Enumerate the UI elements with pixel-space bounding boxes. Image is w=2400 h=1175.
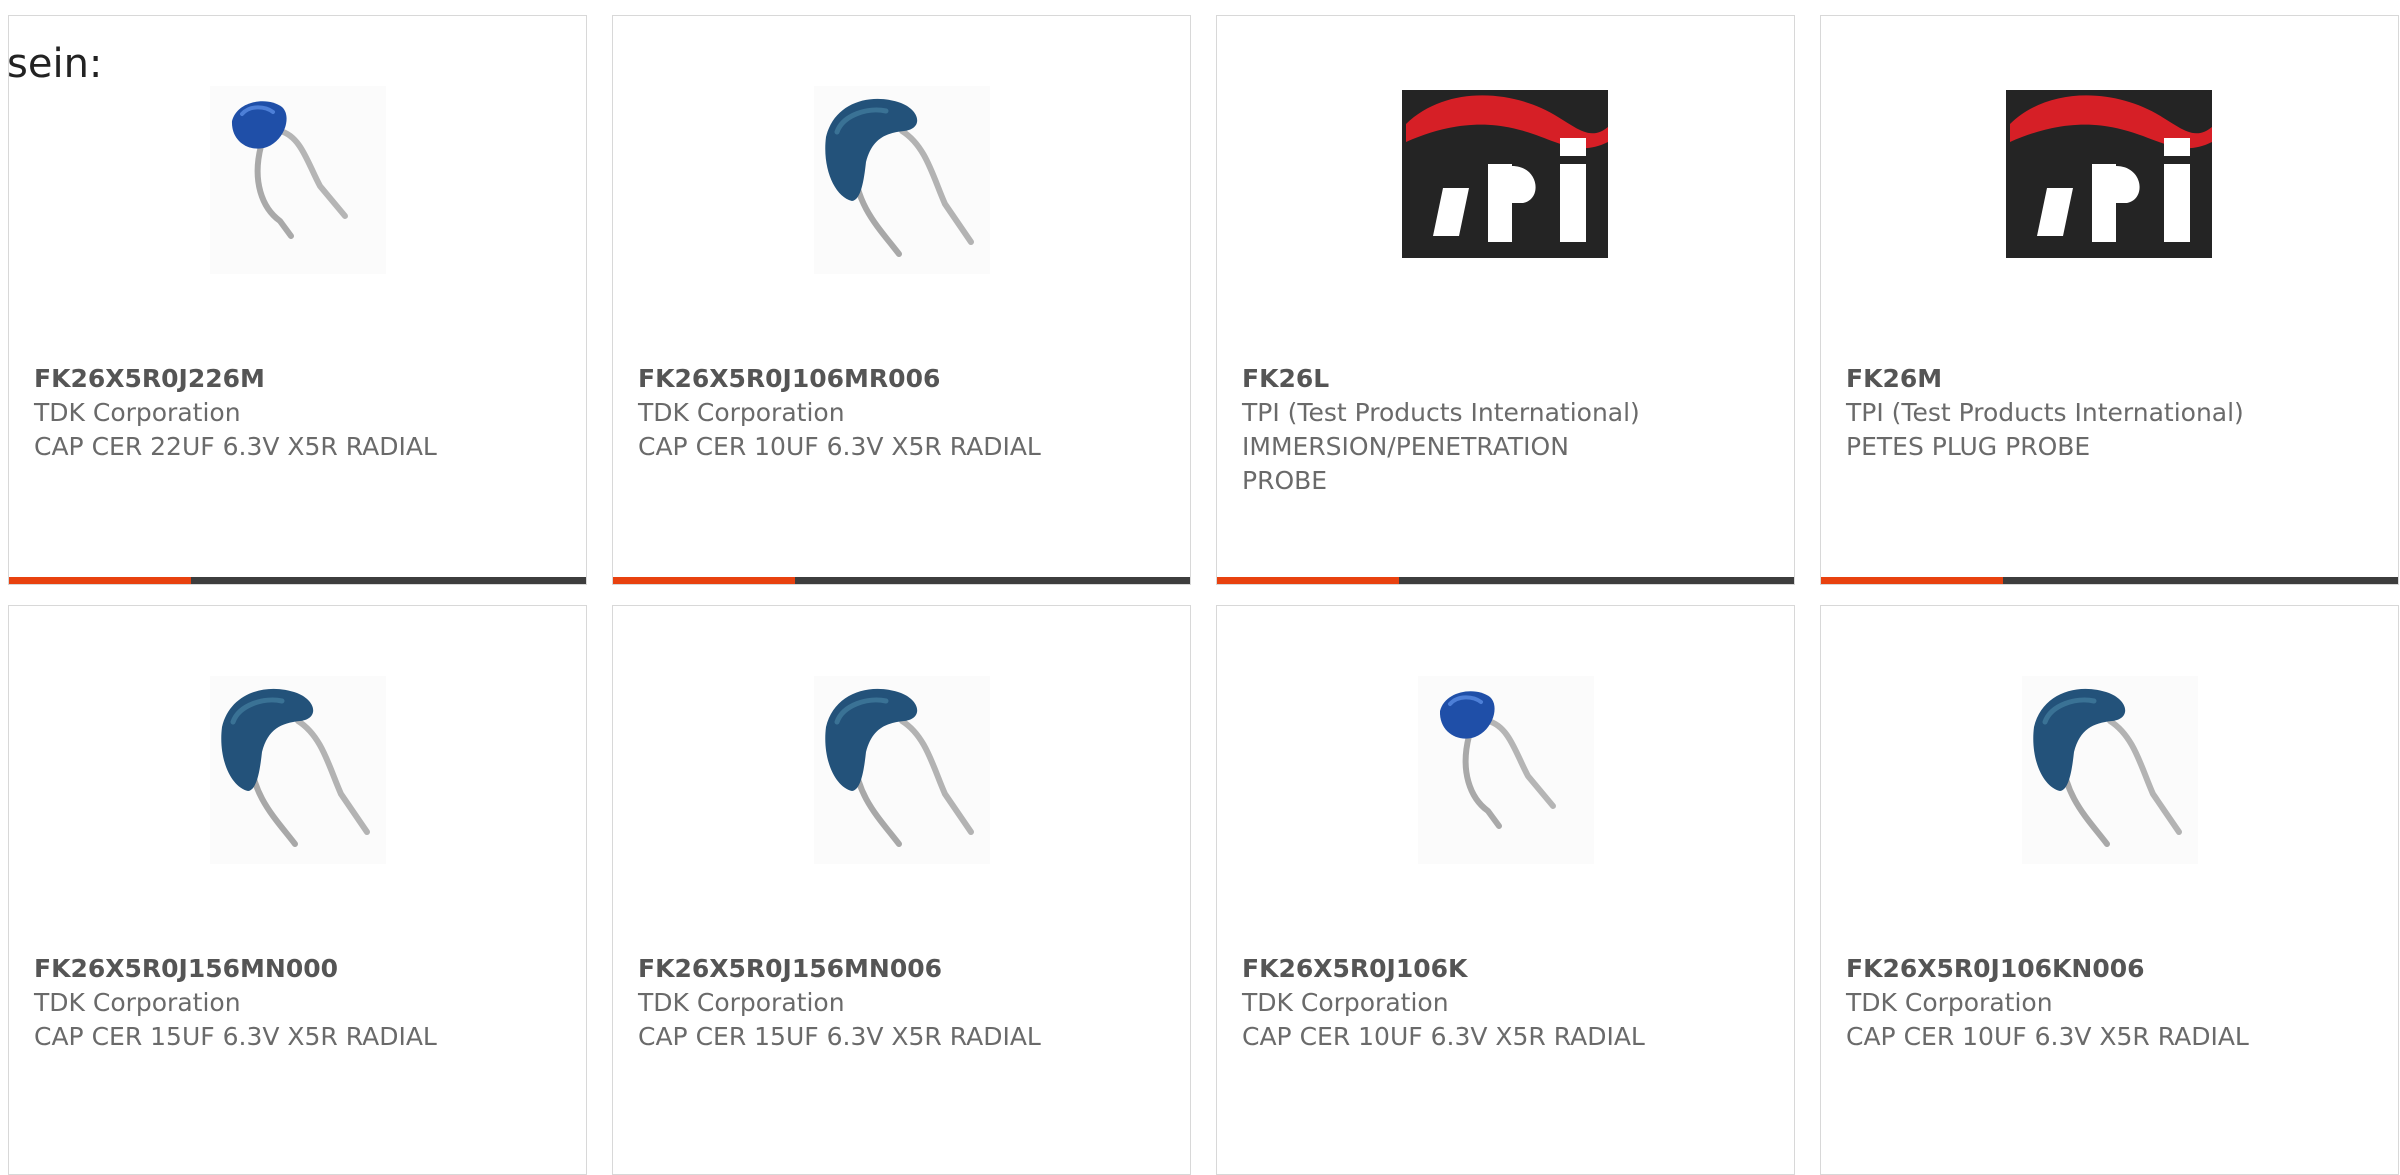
card-accent-bar-fill	[1821, 577, 2004, 584]
product-card[interactable]: FK26X5R0J106MR006 TDK Corporation CAP CE…	[612, 15, 1191, 585]
manufacturer: TDK Corporation	[34, 398, 241, 427]
product-info: FK26X5R0J156MN006 TDK Corporation CAP CE…	[638, 952, 1138, 1054]
description-line: CAP CER 15UF 6.3V X5R RADIAL	[34, 1022, 437, 1051]
lead-text: sein:	[7, 41, 103, 87]
product-card[interactable]: FK26L TPI (Test Products International) …	[1216, 15, 1795, 585]
product-card[interactable]: FK26X5R0J156MN000 TDK Corporation CAP CE…	[8, 605, 587, 1175]
card-accent-bar-fill	[1217, 577, 1400, 584]
description-line: PETES PLUG PROBE	[1846, 432, 2091, 461]
part-number[interactable]: FK26M	[1846, 362, 2346, 396]
manufacturer: TPI (Test Products International)	[1846, 398, 2244, 427]
product-image	[1217, 76, 1794, 306]
description-line: PROBE	[1242, 466, 1328, 495]
part-number[interactable]: FK26X5R0J226M	[34, 362, 534, 396]
manufacturer: TDK Corporation	[638, 398, 845, 427]
product-image	[9, 666, 586, 896]
tpi-logo-icon	[1401, 90, 1608, 258]
description-line: CAP CER 15UF 6.3V X5R RADIAL	[638, 1022, 1041, 1051]
manufacturer: TPI (Test Products International)	[1242, 398, 1640, 427]
product-image	[613, 666, 1190, 896]
tpi-logo-icon	[2005, 90, 2212, 258]
description-line: CAP CER 10UF 6.3V X5R RADIAL	[638, 432, 1041, 461]
part-number[interactable]: FK26L	[1242, 362, 1742, 396]
part-number[interactable]: FK26X5R0J106KN006	[1846, 952, 2346, 986]
manufacturer: TDK Corporation	[34, 988, 241, 1017]
description-line: CAP CER 10UF 6.3V X5R RADIAL	[1846, 1022, 2249, 1051]
product-info: FK26X5R0J226M TDK Corporation CAP CER 22…	[34, 362, 534, 464]
part-number[interactable]: FK26X5R0J106MR006	[638, 362, 1138, 396]
product-image	[1821, 76, 2398, 306]
card-accent-bar	[1217, 577, 1794, 584]
product-card[interactable]: FK26X5R0J226M TDK Corporation CAP CER 22…	[8, 15, 587, 585]
product-card[interactable]: FK26X5R0J106KN006 TDK Corporation CAP CE…	[1820, 605, 2399, 1175]
part-number[interactable]: FK26X5R0J156MN006	[638, 952, 1138, 986]
product-info: FK26X5R0J106MR006 TDK Corporation CAP CE…	[638, 362, 1138, 464]
product-image	[9, 76, 586, 306]
description-line: IMMERSION/PENETRATION	[1242, 432, 1569, 461]
product-info: FK26L TPI (Test Products International) …	[1242, 362, 1742, 498]
product-image	[613, 76, 1190, 306]
card-accent-bar	[9, 577, 586, 584]
product-card[interactable]: FK26X5R0J106K TDK Corporation CAP CER 10…	[1216, 605, 1795, 1175]
manufacturer: TDK Corporation	[1242, 988, 1449, 1017]
card-accent-bar-fill	[613, 577, 796, 584]
product-info: FK26X5R0J106KN006 TDK Corporation CAP CE…	[1846, 952, 2346, 1054]
product-info: FK26M TPI (Test Products International) …	[1846, 362, 2346, 464]
product-info: FK26X5R0J106K TDK Corporation CAP CER 10…	[1242, 952, 1742, 1054]
product-card[interactable]: FK26M TPI (Test Products International) …	[1820, 15, 2399, 585]
card-accent-bar-fill	[9, 577, 192, 584]
product-image	[1821, 666, 2398, 896]
card-accent-bar	[1821, 577, 2398, 584]
product-grid: FK26X5R0J226M TDK Corporation CAP CER 22…	[0, 0, 2400, 1175]
manufacturer: TDK Corporation	[1846, 988, 2053, 1017]
product-card[interactable]: FK26X5R0J156MN006 TDK Corporation CAP CE…	[612, 605, 1191, 1175]
manufacturer: TDK Corporation	[638, 988, 845, 1017]
part-number[interactable]: FK26X5R0J156MN000	[34, 952, 534, 986]
product-image	[1217, 666, 1794, 896]
part-number[interactable]: FK26X5R0J106K	[1242, 952, 1742, 986]
description-line: CAP CER 22UF 6.3V X5R RADIAL	[34, 432, 437, 461]
description-line: CAP CER 10UF 6.3V X5R RADIAL	[1242, 1022, 1645, 1051]
card-accent-bar	[613, 577, 1190, 584]
product-info: FK26X5R0J156MN000 TDK Corporation CAP CE…	[34, 952, 534, 1054]
